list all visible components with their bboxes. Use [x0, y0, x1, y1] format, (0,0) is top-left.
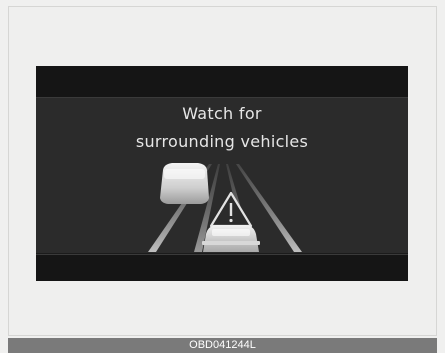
warning-triangle-icon: [209, 191, 253, 228]
own-vehicle-icon: [202, 225, 260, 252]
figure-code: OBD041244L: [189, 339, 256, 351]
road-scene: [148, 163, 302, 252]
side-vehicle-icon: [160, 163, 209, 204]
caption-bar: OBD041244L: [8, 338, 437, 353]
cluster-display: Watch for surrounding vehicles: [36, 66, 408, 281]
